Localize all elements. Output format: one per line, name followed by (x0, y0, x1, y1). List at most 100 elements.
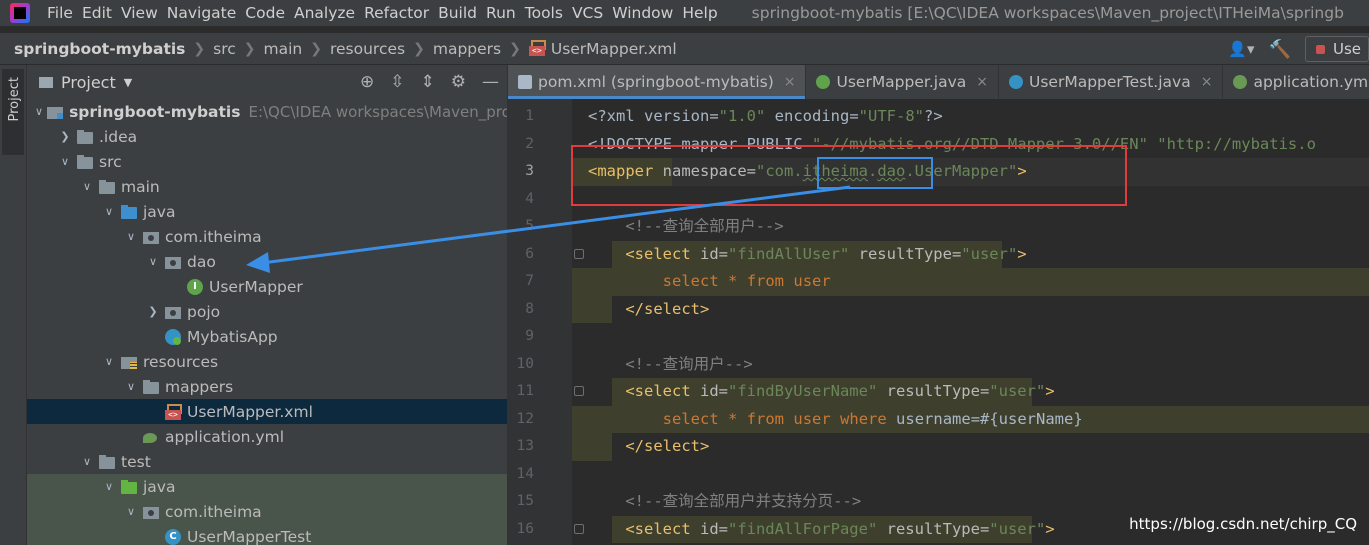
close-icon[interactable]: × (784, 74, 796, 90)
expand-all-icon[interactable]: ⇳ (390, 72, 404, 92)
editor-tab-label: application.yml (1253, 73, 1369, 91)
code-token: "http://mybatis.o (1157, 134, 1316, 153)
close-icon[interactable]: × (1201, 74, 1213, 90)
chevron-right-icon[interactable]: ❯ (57, 130, 73, 143)
code-line[interactable]: select * from user where username=#{user… (572, 406, 1369, 434)
code-line[interactable]: <?xml version="1.0" encoding="UTF-8"?> (572, 103, 1369, 131)
menu-vcs[interactable]: VCS (571, 4, 611, 22)
editor-tab[interactable]: pom.xml (springboot-mybatis) × (508, 65, 807, 99)
editor-tab[interactable]: application.yml× (1223, 65, 1369, 99)
chevron-down-icon[interactable]: ∨ (101, 355, 117, 368)
navbar-toolbar: 👤▾ 🔨 Use (1228, 33, 1369, 65)
chevron-right-icon[interactable]: ❯ (145, 305, 161, 318)
tree-item[interactable]: ∨ dao (27, 249, 507, 274)
tree-item[interactable]: application.yml (27, 424, 507, 449)
code-line[interactable]: <select id="findAllUser" resultType="use… (572, 241, 1369, 269)
chevron-down-icon[interactable]: ∨ (101, 480, 117, 493)
menu-analyze[interactable]: Analyze (293, 4, 363, 22)
menu-tools[interactable]: Tools (524, 4, 571, 22)
intellij-logo-icon[interactable] (10, 3, 30, 23)
menu-help[interactable]: Help (681, 4, 725, 22)
tree-item[interactable]: ∨ mappers (27, 374, 507, 399)
code-line[interactable]: </select> (572, 296, 1369, 324)
run-config-combo[interactable]: Use (1305, 36, 1369, 62)
folder-icon (99, 454, 115, 470)
locate-icon[interactable]: ⊕ (360, 72, 374, 92)
user-icon[interactable]: 👤▾ (1228, 40, 1254, 58)
editor-tab-label: pom.xml (springboot-mybatis) (538, 73, 774, 91)
chevron-down-icon[interactable]: ∨ (79, 455, 95, 468)
code-token: > (1045, 382, 1055, 400)
tree-item[interactable]: ∨ src (27, 149, 507, 174)
chevron-down-icon[interactable]: ∨ (123, 380, 139, 393)
menu-refactor[interactable]: Refactor (363, 4, 437, 22)
menu-window[interactable]: Window (611, 4, 681, 22)
tree-item[interactable]: MybatisApp (27, 324, 507, 349)
tree-item[interactable]: ❯ .idea (27, 124, 507, 149)
project-panel-title[interactable]: Project (61, 73, 116, 92)
run-config-icon (1316, 44, 1325, 54)
code-line[interactable] (572, 461, 1369, 489)
project-panel: Project ▼ ⊕ ⇳ ⇕ ⚙ — ∨ springboot-mybatis E… (27, 65, 524, 545)
editor-tab[interactable]: UserMapperTest.java × (999, 65, 1224, 99)
menu-build[interactable]: Build (437, 4, 485, 22)
package-icon (165, 304, 181, 320)
menu-items: File Edit View Navigate Code Analyze Refactor B… (46, 4, 726, 22)
code-token: "user" (989, 519, 1046, 538)
minimize-icon[interactable]: — (482, 72, 499, 92)
breadcrumb-item[interactable]: src (213, 40, 236, 58)
menu-code[interactable]: Code (244, 4, 293, 22)
chevron-down-icon[interactable]: ∨ (57, 155, 73, 168)
collapse-all-icon[interactable]: ⇕ (421, 72, 435, 92)
menu-view[interactable]: View (120, 4, 166, 22)
tree-item[interactable]: ∨ resources (27, 349, 507, 374)
code-line[interactable]: <select id="findByUserName" resultType="… (572, 378, 1369, 406)
tree-item[interactable]: I UserMapper (27, 274, 507, 299)
chevron-down-icon[interactable]: ∨ (123, 230, 139, 243)
menu-run[interactable]: Run (485, 4, 524, 22)
code-line[interactable]: <!--查询全部用户--> (572, 213, 1369, 241)
gear-icon[interactable]: ⚙ (451, 72, 466, 92)
chevron-down-icon[interactable]: ▼ (124, 76, 132, 89)
hammer-icon[interactable]: 🔨 (1269, 39, 1291, 60)
tree-item[interactable]: C UserMapperTest (27, 524, 507, 545)
tree-item-label: java (143, 202, 176, 221)
code-line[interactable]: <!--查询用户--> (572, 351, 1369, 379)
chevron-down-icon[interactable]: ∨ (123, 505, 139, 518)
menu-edit[interactable]: Edit (81, 4, 120, 22)
code-line[interactable]: </select> (572, 433, 1369, 461)
tree-item[interactable]: ∨ java (27, 199, 507, 224)
breadcrumb: springboot-mybatis ❯ src ❯ main ❯ resources ❯ ma… (0, 33, 1369, 65)
project-tool-tab[interactable]: Project (2, 69, 24, 155)
tree-item[interactable]: ❯ pojo (27, 299, 507, 324)
tree-item[interactable]: UserMapper.xml (27, 399, 507, 424)
close-icon[interactable]: × (976, 74, 988, 90)
chevron-down-icon[interactable]: ∨ (145, 255, 161, 268)
editor-tab[interactable]: UserMapper.java × (806, 65, 999, 99)
breadcrumb-item[interactable]: UserMapper.xml (528, 39, 677, 58)
code-token: > (1045, 519, 1055, 538)
breadcrumb-item[interactable]: springboot-mybatis (14, 40, 185, 58)
chevron-down-icon[interactable]: ∨ (79, 180, 95, 193)
code-line[interactable]: <!--查询全部用户并支持分页--> (572, 488, 1369, 516)
code-line[interactable] (572, 323, 1369, 351)
tree-item[interactable]: ∨ test (27, 449, 507, 474)
breadcrumb-item[interactable]: mappers (433, 40, 501, 58)
code-token: id= (690, 382, 728, 400)
tree-item[interactable]: ∨ java (27, 474, 507, 499)
tree-item[interactable]: ∨ com.itheima (27, 499, 507, 524)
chevron-down-icon[interactable]: ∨ (101, 205, 117, 218)
code-token: <!--查询全部用户并支持分页--> (588, 492, 862, 510)
breadcrumb-item[interactable]: resources (330, 40, 405, 58)
project-panel-tools: ⊕ ⇳ ⇕ ⚙ — (360, 65, 499, 99)
code-line[interactable]: select * from user (572, 268, 1369, 296)
menu-navigate[interactable]: Navigate (166, 4, 245, 22)
chevron-down-icon[interactable]: ∨ (35, 105, 43, 118)
tree-item[interactable]: ∨ main (27, 174, 507, 199)
tree-item[interactable]: ∨ com.itheima (27, 224, 507, 249)
tree-item[interactable]: ∨ springboot-mybatis E:\QC\IDEA workspaces… (27, 99, 524, 124)
breadcrumb-item[interactable]: main (264, 40, 303, 58)
menu-file[interactable]: File (46, 4, 81, 22)
